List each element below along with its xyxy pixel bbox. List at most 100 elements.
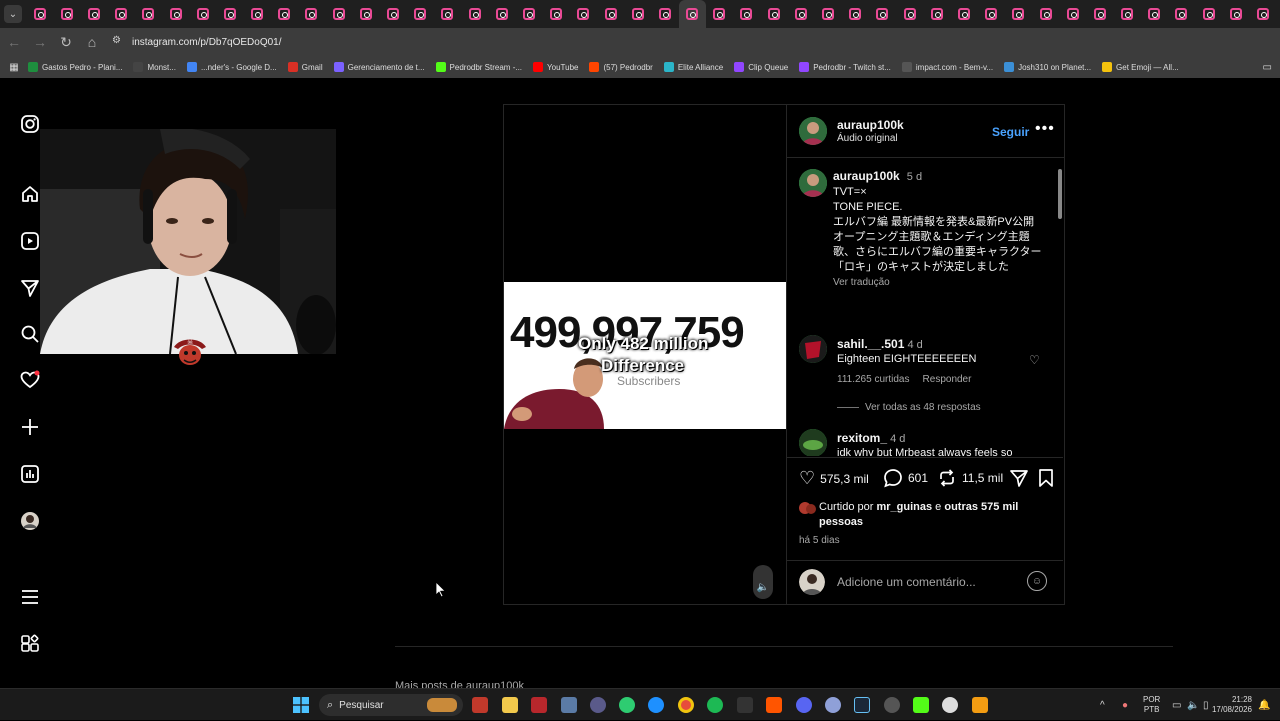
spotify-icon[interactable]	[707, 697, 723, 713]
bookmark-item[interactable]: Gerenciamento de t...	[333, 62, 425, 72]
caption-author-avatar[interactable]	[799, 169, 827, 197]
browser-tab[interactable]	[26, 0, 53, 28]
browser-tab[interactable]	[108, 0, 135, 28]
create-plus-icon[interactable]	[20, 417, 40, 437]
browser-tab[interactable]	[597, 0, 624, 28]
dashboard-icon[interactable]	[20, 464, 40, 484]
browser-tab[interactable]	[488, 0, 515, 28]
browser-tab[interactable]	[407, 0, 434, 28]
bookmark-item[interactable]: Clip Queue	[734, 62, 788, 72]
browser-tab[interactable]	[135, 0, 162, 28]
browser-tab[interactable]	[869, 0, 896, 28]
bookmark-item[interactable]: ...nder's - Google D...	[186, 62, 277, 72]
file-explorer-icon[interactable]	[502, 697, 518, 713]
filezilla-icon[interactable]	[531, 697, 547, 713]
browser-tab[interactable]	[733, 0, 760, 28]
browser-tab[interactable]	[189, 0, 216, 28]
browser-tab[interactable]	[1249, 0, 1276, 28]
back-button[interactable]: ←	[2, 30, 26, 54]
app-icon[interactable]	[825, 697, 841, 713]
reels-icon[interactable]	[20, 231, 40, 251]
view-replies[interactable]: Ver todas as 48 respostas	[837, 402, 981, 413]
app-icon[interactable]	[884, 697, 900, 713]
app-icon[interactable]	[942, 697, 958, 713]
network-icon[interactable]: ▭	[1172, 689, 1181, 721]
vlc-icon[interactable]	[972, 697, 988, 713]
more-posts-heading[interactable]: Mais posts de auraup100k	[395, 680, 524, 688]
browser-tab[interactable]	[216, 0, 243, 28]
browser-tab[interactable]	[543, 0, 570, 28]
profile-avatar[interactable]	[20, 511, 40, 531]
windows-start-icon[interactable]	[293, 697, 309, 713]
share-button[interactable]	[1009, 468, 1029, 488]
also-from-meta-icon[interactable]	[20, 634, 40, 654]
tray-chevron-icon[interactable]: ^	[1100, 689, 1105, 721]
address-bar[interactable]: ⚙ instagram.com/p/Db7qOEDoQ01/	[112, 31, 282, 53]
volume-button[interactable]: 🔈	[753, 565, 773, 599]
app-icon[interactable]	[737, 697, 753, 713]
browser-tab[interactable]	[950, 0, 977, 28]
commenter-avatar[interactable]	[799, 429, 827, 456]
bookmark-item[interactable]: Pedrodbr - Twitch st...	[799, 62, 891, 72]
kick-icon[interactable]	[913, 697, 929, 713]
app-icon[interactable]	[561, 697, 577, 713]
taskbar-search[interactable]: ⌕ Pesquisar	[319, 694, 463, 716]
browser-tab[interactable]	[760, 0, 787, 28]
caption-username[interactable]: auraup100k	[833, 169, 900, 183]
browser-tab[interactable]	[978, 0, 1005, 28]
browser-tab[interactable]	[1059, 0, 1086, 28]
save-button[interactable]	[1037, 468, 1055, 488]
browser-tab[interactable]	[651, 0, 678, 28]
browser-tab[interactable]	[678, 0, 706, 28]
browser-tab[interactable]	[244, 0, 271, 28]
translate-link[interactable]: Ver tradução	[833, 275, 1051, 290]
browser-tab[interactable]	[923, 0, 950, 28]
forward-button[interactable]: →	[28, 30, 52, 54]
clock[interactable]: 21:28 17/08/2026	[1208, 689, 1252, 721]
apps-grid-icon[interactable]: ▦	[0, 62, 28, 73]
author-username[interactable]: auraup100k	[837, 118, 904, 132]
commenter-avatar[interactable]	[799, 335, 827, 363]
browser-tab[interactable]	[1222, 0, 1249, 28]
browser-tab[interactable]	[271, 0, 298, 28]
browser-tab[interactable]	[53, 0, 80, 28]
discord-icon[interactable]	[796, 697, 812, 713]
bookmark-item[interactable]: Get Emoji — All...	[1102, 62, 1179, 72]
bookmark-item[interactable]: Gastos Pedro - Plani...	[28, 62, 122, 72]
browser-tab[interactable]	[1114, 0, 1141, 28]
author-avatar[interactable]	[799, 117, 827, 145]
browser-tab[interactable]	[706, 0, 733, 28]
bookmark-item[interactable]: Josh310 on Planet...	[1004, 62, 1091, 72]
more-options-icon[interactable]: •••	[1035, 120, 1055, 138]
home-icon[interactable]	[20, 184, 40, 204]
scrollbar-thumb[interactable]	[1058, 169, 1062, 219]
browser-tab[interactable]	[624, 0, 651, 28]
bookmark-item[interactable]: Elite Alliance	[663, 62, 723, 72]
audio-label[interactable]: Áudio original	[837, 133, 904, 144]
more-menu-icon[interactable]	[20, 587, 40, 607]
comment-username[interactable]: rexitom_	[837, 431, 887, 445]
all-bookmarks-icon[interactable]: ▭	[1263, 62, 1272, 73]
browser-tab[interactable]	[570, 0, 597, 28]
browser-tab[interactable]	[379, 0, 406, 28]
bookmark-item[interactable]: (57) Pedrodbr	[589, 62, 653, 72]
browser-tab[interactable]	[1032, 0, 1059, 28]
tab-search-button[interactable]: ⌄	[0, 0, 26, 28]
steam-icon[interactable]	[854, 697, 870, 713]
browser-tab[interactable]	[896, 0, 923, 28]
app-icon[interactable]	[619, 697, 635, 713]
browser-tab[interactable]	[1086, 0, 1113, 28]
bookmark-item[interactable]: YouTube	[533, 62, 578, 72]
comment-likes[interactable]: 111.265 curtidas	[837, 374, 909, 385]
notification-bell-icon[interactable]: 🔔	[1258, 689, 1270, 721]
instagram-logo-icon[interactable]	[20, 114, 40, 134]
messages-icon[interactable]	[20, 278, 40, 298]
repost-button[interactable]: 11,5 mil	[937, 468, 1003, 488]
reel-video[interactable]: 499,997,759 Only 482 million Difference …	[504, 105, 786, 604]
comment-like-heart-icon[interactable]: ♡	[1029, 353, 1040, 367]
follow-button[interactable]: Seguir	[992, 125, 1029, 139]
reload-button[interactable]: ↻	[54, 30, 78, 54]
comments-scrollbar[interactable]	[1057, 161, 1063, 455]
bookmark-item[interactable]: Pedrodbr Stream -...	[435, 62, 522, 72]
language-indicator[interactable]: POR PTB	[1143, 689, 1160, 721]
